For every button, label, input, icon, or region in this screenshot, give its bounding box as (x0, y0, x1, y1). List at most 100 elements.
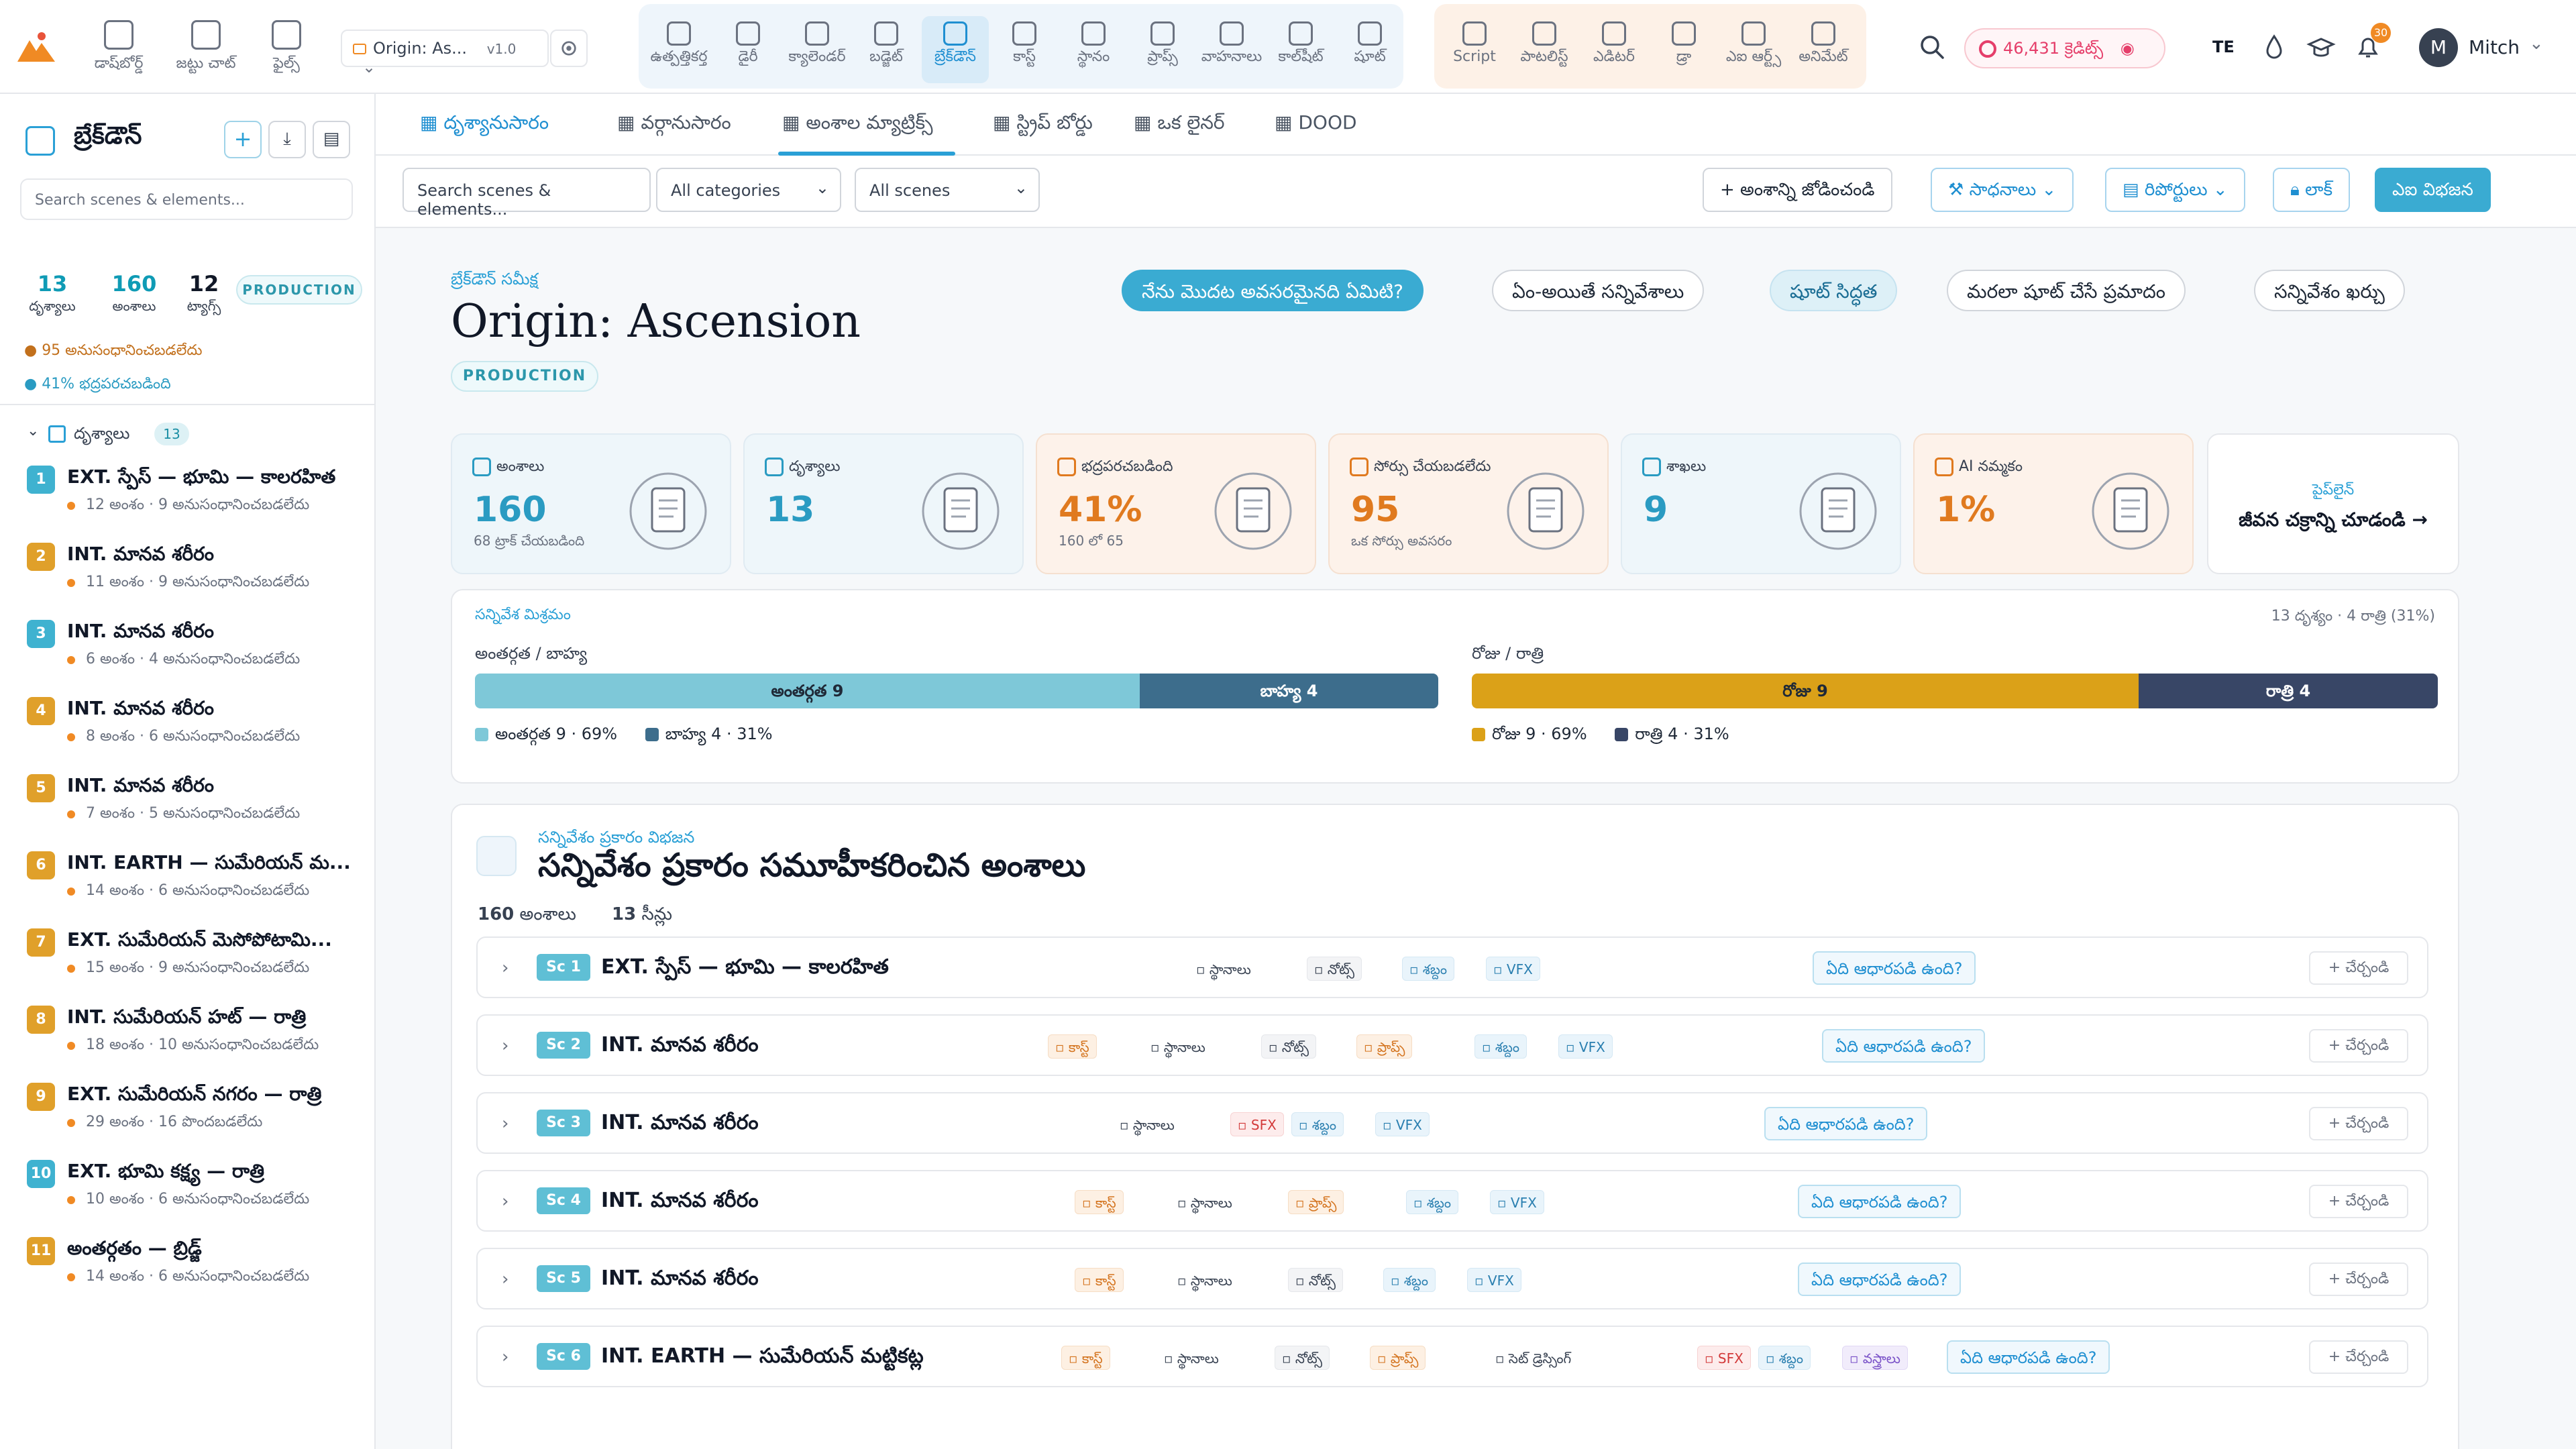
sidebar-scene-item[interactable]: 5 INT. మానవ శరీరం 7 అంశం · 5 అనుసంధానించబడ… (27, 770, 362, 845)
avatar[interactable]: M (2419, 28, 2458, 67)
app-logo-icon[interactable] (15, 28, 58, 66)
tool-tools_main-2[interactable]: క్యాలెండర్ (784, 16, 851, 83)
kpi-card-4[interactable]: శాఖలు 9 (1621, 433, 1901, 574)
element-chip[interactable]: ▫ శబ్దం (1291, 1112, 1344, 1136)
element-chip[interactable]: ▫ కాస్ట్ (1048, 1034, 1097, 1059)
table-row[interactable]: › Sc 3 INT. మానవ శరీరం ▫ స్థానాలు ▫ SFX ▫ శబ్… (476, 1092, 2428, 1154)
dependencies-button[interactable]: ఏది ఆధారపడి ఉంది? (1947, 1340, 2110, 1374)
nav-item-2[interactable]: ఫైల్స్ (250, 20, 323, 76)
tool-tools_edit-2[interactable]: ఎడిటర్ (1580, 16, 1648, 83)
sidebar-scene-item[interactable]: 1 EXT. స్పేస్ — భూమి — కాలరహిత 12 అంశం · 9… (27, 462, 362, 537)
sidebar-scene-item[interactable]: 3 INT. మానవ శరీరం 6 అంశం · 4 అనుసంధానించబడ… (27, 616, 362, 691)
element-chip[interactable]: ▫ స్థానాలు (1112, 1112, 1182, 1136)
table-row[interactable]: › Sc 2 INT. మానవ శరీరం ▫ కాస్ట్ ▫ స్థానాలు ▫ … (476, 1014, 2428, 1076)
project-selector[interactable]: Origin: As... v1.0 ⌄ (341, 30, 549, 76)
dependencies-button[interactable]: ఏది ఆధారపడి ఉంది? (1798, 1185, 1962, 1218)
element-chip[interactable]: ▫ స్థానాలు (1143, 1034, 1213, 1059)
add-element-button[interactable]: + చేర్చండి (2309, 1340, 2408, 1374)
chevron-right-icon[interactable]: › (502, 1191, 508, 1212)
tool-tools_main-10[interactable]: షూట్ (1336, 16, 1403, 83)
kpi-card-5[interactable]: AI నమ్మకం 1% (1913, 433, 2194, 574)
reports-button[interactable]: ▤ రిపోర్టులు ⌄ (2105, 168, 2245, 212)
tool-tools_edit-3[interactable]: డ్రా (1650, 16, 1717, 83)
chevron-down-icon[interactable]: ⌄ (2529, 34, 2544, 54)
tool-tools_main-4[interactable]: బ్రేక్‌డౌన్ (922, 16, 989, 83)
table-row[interactable]: › Sc 4 INT. మానవ శరీరం ▫ కాస్ట్ ▫ స్థానాలు ▫ … (476, 1170, 2428, 1232)
kpi-card-0[interactable]: అంశాలు 160 68 ట్రాక్ చేయబడింది (451, 433, 731, 574)
tab-2[interactable]: ▦ అంశాల మ్యాట్రిక్స్ (782, 111, 932, 138)
sidebar-scene-item[interactable]: 6 INT. EARTH — సుమేరియన్ మ... 14 అంశం · 6 … (27, 847, 362, 922)
chevron-right-icon[interactable]: › (502, 1347, 508, 1367)
tool-tools_main-1[interactable]: డైరీ (714, 16, 782, 83)
nav-item-1[interactable]: జట్టు చాట్ (169, 20, 243, 76)
header-pill-2[interactable]: షూట్ సిద్ధత (1770, 270, 1898, 311)
document-button[interactable]: ▤ (313, 121, 350, 158)
search-icon[interactable] (1917, 32, 1947, 62)
search-input[interactable]: Search scenes & elements... (402, 168, 651, 219)
kpi-card-2[interactable]: భద్రపరచబడింది 41% 160 లో 65 (1036, 433, 1316, 574)
element-chip[interactable]: ▫ శబ్దం (1383, 1268, 1436, 1292)
category-select[interactable]: All categories ⌄ (656, 168, 841, 212)
tool-tools_edit-1[interactable]: పాటలిస్ట్ (1511, 16, 1578, 83)
add-element-button[interactable]: + చేర్చండి (2309, 1263, 2408, 1296)
tool-tools_main-7[interactable]: ప్రాప్స్ (1129, 16, 1196, 83)
element-chip[interactable]: ▫ స్థానాలు (1157, 1346, 1226, 1370)
chevron-right-icon[interactable]: › (502, 1036, 508, 1056)
tools-button[interactable]: ⚒ సాధనాలు ⌄ (1931, 168, 2074, 212)
sidebar-scene-item[interactable]: 9 EXT. సుమేరియన్ నగరం — రాత్రి 29 అంశం · 1… (27, 1079, 362, 1154)
element-chip[interactable]: ▫ VFX (1375, 1112, 1430, 1136)
chevron-right-icon[interactable]: › (502, 1114, 508, 1134)
project-settings-button[interactable] (550, 30, 588, 67)
tool-tools_main-5[interactable]: కాస్ట్ (991, 16, 1058, 83)
sidebar-scene-item[interactable]: 4 INT. మానవ శరీరం 8 అంశం · 6 అనుసంధానించబడ… (27, 693, 362, 768)
add-element-button[interactable]: + చేర్చండి (2309, 951, 2408, 985)
language-toggle[interactable]: TE (2212, 38, 2235, 56)
tool-tools_edit-5[interactable]: అనిమేట్ (1790, 16, 1857, 83)
element-chip[interactable]: ▫ కాస్ట్ (1061, 1346, 1110, 1370)
element-chip[interactable]: ▫ నోట్స్ (1275, 1346, 1330, 1370)
element-chip[interactable]: ▫ SFX (1230, 1112, 1284, 1136)
tool-tools_edit-4[interactable]: ఎఐ ఆర్ట్స్ (1720, 16, 1787, 83)
element-chip[interactable]: ▫ ప్రాప్స్ (1370, 1346, 1426, 1370)
chevron-right-icon[interactable]: › (502, 958, 508, 978)
sidebar-search-input[interactable]: Search scenes & elements... (20, 178, 353, 220)
element-chip[interactable]: ▫ శబ్దం (1758, 1346, 1811, 1370)
download-button[interactable]: ⤓ (268, 121, 306, 158)
element-chip[interactable]: ▫ నోట్స్ (1288, 1268, 1343, 1292)
dependencies-button[interactable]: ఏది ఆధారపడి ఉంది? (1813, 951, 1976, 985)
element-chip[interactable]: ▫ వస్త్రాలు (1842, 1346, 1908, 1370)
element-chip[interactable]: ▫ కాస్ట్ (1075, 1190, 1124, 1214)
chevron-right-icon[interactable]: › (502, 1269, 508, 1289)
element-chip[interactable]: ▫ VFX (1490, 1190, 1544, 1214)
tab-4[interactable]: ▦ ఒక లైనర్ (1134, 111, 1224, 138)
ai-breakdown-button[interactable]: ఎఐ విభజన (2375, 168, 2491, 212)
tab-5[interactable]: ▦ DOOD (1275, 111, 1357, 133)
lock-button[interactable]: 🔒︎ లాక్ (2273, 168, 2351, 212)
table-row[interactable]: › Sc 1 EXT. స్పేస్ — భూమి — కాలరహిత ▫ స్థాన… (476, 936, 2428, 998)
tool-tools_main-3[interactable]: బడ్జెట్ (853, 16, 920, 83)
credits-badge[interactable]: 46,431 క్రెడిట్స్ ◉ (1964, 28, 2165, 68)
tool-tools_main-0[interactable]: ఉత్పత్తికర్త (645, 16, 712, 83)
tab-0[interactable]: ▦ దృశ్యానుసారం (420, 111, 549, 138)
dependencies-button[interactable]: ఏది ఆధారపడి ఉంది? (1822, 1029, 1986, 1063)
element-chip[interactable]: ▫ ప్రాప్స్ (1356, 1034, 1413, 1059)
element-chip[interactable]: ▫ శబ్దం (1402, 957, 1455, 981)
tool-tools_main-6[interactable]: స్థానం (1060, 16, 1127, 83)
element-chip[interactable]: ▫ కాస్ట్ (1075, 1268, 1124, 1292)
element-chip[interactable]: ▫ నోట్స్ (1261, 1034, 1316, 1059)
header-pill-4[interactable]: సన్నివేశం ఖర్చు (2254, 270, 2405, 311)
tool-tools_main-9[interactable]: కాల్‌షీట్ (1267, 16, 1334, 83)
tool-tools_main-8[interactable]: వాహనాలు (1198, 16, 1265, 83)
element-chip[interactable]: ▫ శబ్దం (1406, 1190, 1459, 1214)
table-row[interactable]: › Sc 5 INT. మానవ శరీరం ▫ కాస్ట్ ▫ స్థానాలు ▫ … (476, 1248, 2428, 1309)
header-pill-1[interactable]: ఏం-అయితే సన్నివేశాలు (1492, 270, 1705, 311)
chevron-down-icon[interactable]: ⌄ (27, 423, 39, 439)
element-chip[interactable]: ▫ SFX (1697, 1346, 1751, 1370)
tab-3[interactable]: ▦ స్ట్రిప్ బోర్డు (993, 111, 1093, 138)
add-element-button[interactable]: + అంశాన్ని జోడించండి (1703, 168, 1892, 212)
element-chip[interactable]: ▫ శబ్దం (1474, 1034, 1527, 1059)
sidebar-scene-item[interactable]: 2 INT. మానవ శరీరం 11 అంశం · 9 అనుసంధానించబ… (27, 539, 362, 614)
add-element-button[interactable]: + చేర్చండి (2309, 1185, 2408, 1218)
element-chip[interactable]: ▫ VFX (1486, 957, 1540, 981)
dependencies-button[interactable]: ఏది ఆధారపడి ఉంది? (1798, 1263, 1962, 1296)
